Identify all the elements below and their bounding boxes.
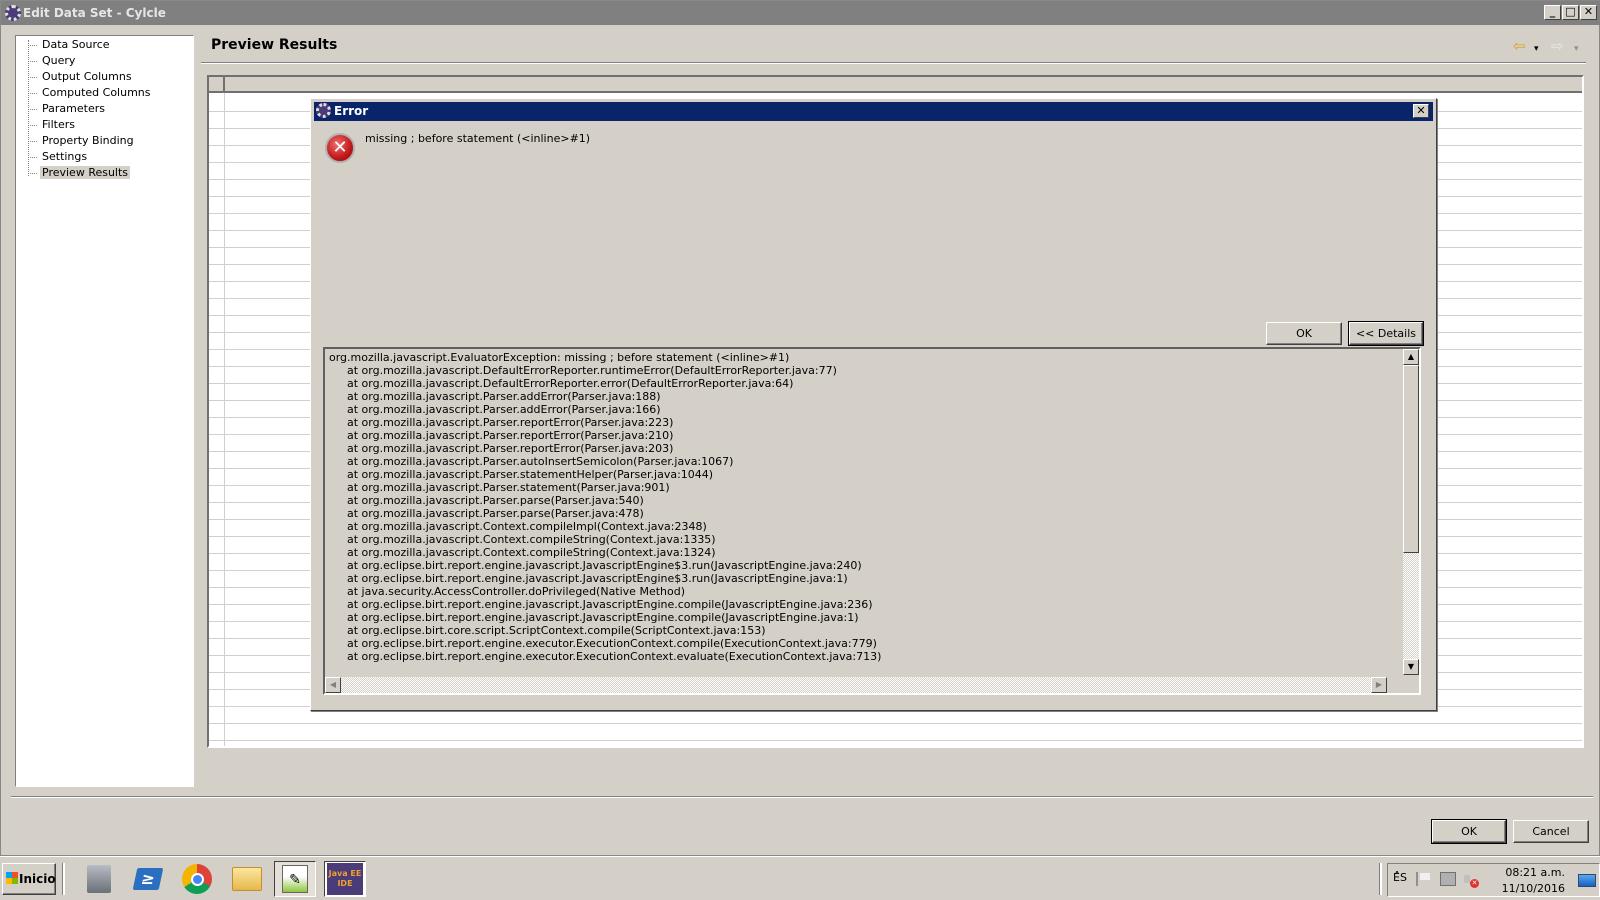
grid-header <box>209 77 1582 93</box>
ok-button[interactable]: OK <box>1431 819 1507 844</box>
eclipse-gear-icon <box>5 5 21 21</box>
nav-item-computed-columns[interactable]: Computed Columns <box>26 85 153 101</box>
clock-time[interactable]: 08:21 a.m. <box>1505 866 1565 879</box>
exception-line: org.mozilla.javascript.EvaluatorExceptio… <box>329 351 790 364</box>
back-dropdown-icon[interactable]: ▾ <box>1534 42 1539 56</box>
taskbar: Inicio ≥ ✎ Java EE IDE ES ˄ ✕ 08:21 a.m.… <box>0 856 1600 900</box>
stack-frame-line: at org.mozilla.javascript.Parser.addErro… <box>347 403 661 416</box>
start-button[interactable]: Inicio <box>2 863 56 895</box>
stack-frame-line: at org.eclipse.birt.core.script.ScriptCo… <box>347 624 766 637</box>
forward-arrow-icon: ⇨ <box>1551 37 1564 55</box>
clock-date[interactable]: 11/10/2016 <box>1502 882 1565 895</box>
eclipse-gear-icon <box>316 103 331 118</box>
stack-frame-line: at org.mozilla.javascript.Parser.reportE… <box>347 429 674 442</box>
horizontal-scrollbar[interactable]: ◀ ▶ <box>325 677 1387 693</box>
dialog-title: Error <box>334 104 369 118</box>
grid-row-line <box>209 740 1582 741</box>
close-dialog-button[interactable]: ✕ <box>1413 104 1429 118</box>
stack-frame-line: at org.mozilla.javascript.Parser.autoIns… <box>347 455 734 468</box>
stack-frame-line: at org.mozilla.javascript.DefaultErrorRe… <box>347 377 794 390</box>
chrome-icon <box>182 864 212 894</box>
dialog-titlebar[interactable]: Error ✕ <box>314 102 1433 121</box>
stack-frame-line: at org.eclipse.birt.report.engine.execut… <box>347 637 877 650</box>
stack-frame-line: at org.mozilla.javascript.Parser.reportE… <box>347 416 674 429</box>
nav-item-property-binding[interactable]: Property Binding <box>26 133 136 149</box>
taskbar-divider <box>63 863 65 895</box>
nav-item-parameters[interactable]: Parameters <box>26 101 107 117</box>
nav-item-query[interactable]: Query <box>26 53 77 69</box>
stack-frame-line: at java.security.AccessController.doPriv… <box>347 585 685 598</box>
stack-frame-line: at org.mozilla.javascript.Parser.addErro… <box>347 390 661 403</box>
stack-frame-line: at org.eclipse.birt.report.engine.javasc… <box>347 611 859 624</box>
page-title: Preview Results <box>211 37 338 53</box>
system-tray: ˄ ✕ 08:21 a.m. 11/10/2016 <box>1387 863 1600 897</box>
stack-frame-line: at org.eclipse.birt.report.engine.execut… <box>347 650 882 663</box>
window-title: Edit Data Set - Cylcle <box>23 6 166 20</box>
taskbar-notepad-plus-plus[interactable]: ✎ <box>274 861 316 897</box>
taskbar-file-explorer[interactable] <box>226 861 268 897</box>
scroll-right-arrow-icon[interactable]: ▶ <box>1371 677 1387 693</box>
nav-tree: Data Source Query Output Columns Compute… <box>15 35 194 787</box>
stack-frame-line: at org.mozilla.javascript.Parser.parse(P… <box>347 507 644 520</box>
notepad-plus-plus-icon: ✎ <box>282 865 308 893</box>
stack-frame-line: at org.mozilla.javascript.Context.compil… <box>347 520 707 533</box>
java-ee-ide-icon: Java EE IDE <box>327 863 363 895</box>
powershell-icon: ≥ <box>132 868 164 890</box>
error-message: missing ; before statement (<inline>#1) <box>365 132 591 145</box>
stack-frame-line: at org.mozilla.javascript.DefaultErrorRe… <box>347 364 837 377</box>
server-manager-icon <box>87 865 111 893</box>
stack-frame-line: at org.mozilla.javascript.Context.compil… <box>347 533 716 546</box>
error-dialog: Error ✕ ✕ missing ; before statement (<i… <box>310 98 1437 711</box>
nav-item-filters[interactable]: Filters <box>26 117 77 133</box>
stack-frame-line: at org.mozilla.javascript.Parser.stateme… <box>347 468 714 481</box>
action-center-flag-icon[interactable] <box>1416 872 1430 886</box>
vertical-scroll-thumb[interactable] <box>1403 365 1419 553</box>
scroll-left-arrow-icon[interactable]: ◀ <box>325 677 341 693</box>
nav-item-settings[interactable]: Settings <box>26 149 89 165</box>
grid-header-divider <box>223 77 225 93</box>
minimize-button[interactable]: _ <box>1544 5 1561 20</box>
error-icon: ✕ <box>325 133 355 163</box>
stack-frame-line: at org.eclipse.birt.report.engine.javasc… <box>347 572 848 585</box>
windows-logo-icon <box>6 872 18 884</box>
tray-expand-icon[interactable]: ˄ <box>1394 870 1400 884</box>
taskbar-eclipse[interactable]: Java EE IDE <box>324 861 366 897</box>
taskbar-server-manager[interactable] <box>78 861 120 897</box>
volume-muted-icon[interactable]: ✕ <box>1464 872 1480 888</box>
show-desktop-icon[interactable] <box>1578 874 1596 887</box>
vertical-scrollbar[interactable]: ▲ ▼ <box>1403 349 1419 675</box>
header-separator <box>201 62 1586 64</box>
grid-row-line <box>209 723 1582 724</box>
close-window-button[interactable]: ✕ <box>1580 5 1597 20</box>
stack-frame-line: at org.mozilla.javascript.Parser.parse(P… <box>347 494 644 507</box>
cancel-button[interactable]: Cancel <box>1513 820 1589 843</box>
scroll-down-arrow-icon[interactable]: ▼ <box>1403 659 1419 675</box>
stack-frame-line: at org.mozilla.javascript.Parser.stateme… <box>347 481 670 494</box>
nav-item-data-source[interactable]: Data Source <box>26 37 112 53</box>
taskbar-divider <box>1380 863 1382 895</box>
back-arrow-icon[interactable]: ⇦ <box>1513 39 1526 54</box>
taskbar-chrome[interactable] <box>176 861 218 897</box>
stack-frame-line: at org.eclipse.birt.report.engine.javasc… <box>347 598 873 611</box>
window-titlebar[interactable]: Edit Data Set - Cylcle <box>1 1 1600 25</box>
stack-trace-textarea[interactable]: org.mozilla.javascript.EvaluatorExceptio… <box>323 347 1421 695</box>
folder-icon <box>232 867 262 891</box>
dialog-ok-button[interactable]: OK <box>1266 322 1342 345</box>
scroll-up-arrow-icon[interactable]: ▲ <box>1403 349 1419 365</box>
stack-frame-line: at org.mozilla.javascript.Parser.reportE… <box>347 442 674 455</box>
nav-item-preview-results[interactable]: Preview Results <box>26 165 131 181</box>
maximize-button[interactable]: □ <box>1562 5 1579 20</box>
footer-separator <box>11 796 1593 798</box>
grid-column-line <box>224 93 225 746</box>
forward-dropdown-icon: ▾ <box>1574 44 1579 54</box>
network-icon[interactable] <box>1440 872 1456 886</box>
details-toggle-button[interactable]: << Details <box>1348 321 1424 346</box>
stack-frame-line: at org.eclipse.birt.report.engine.javasc… <box>347 559 862 572</box>
stack-frame-line: at org.mozilla.javascript.Context.compil… <box>347 546 716 559</box>
taskbar-powershell[interactable]: ≥ <box>127 861 169 897</box>
stack-trace-text: org.mozilla.javascript.EvaluatorExceptio… <box>329 351 1389 663</box>
nav-item-output-columns[interactable]: Output Columns <box>26 69 134 85</box>
